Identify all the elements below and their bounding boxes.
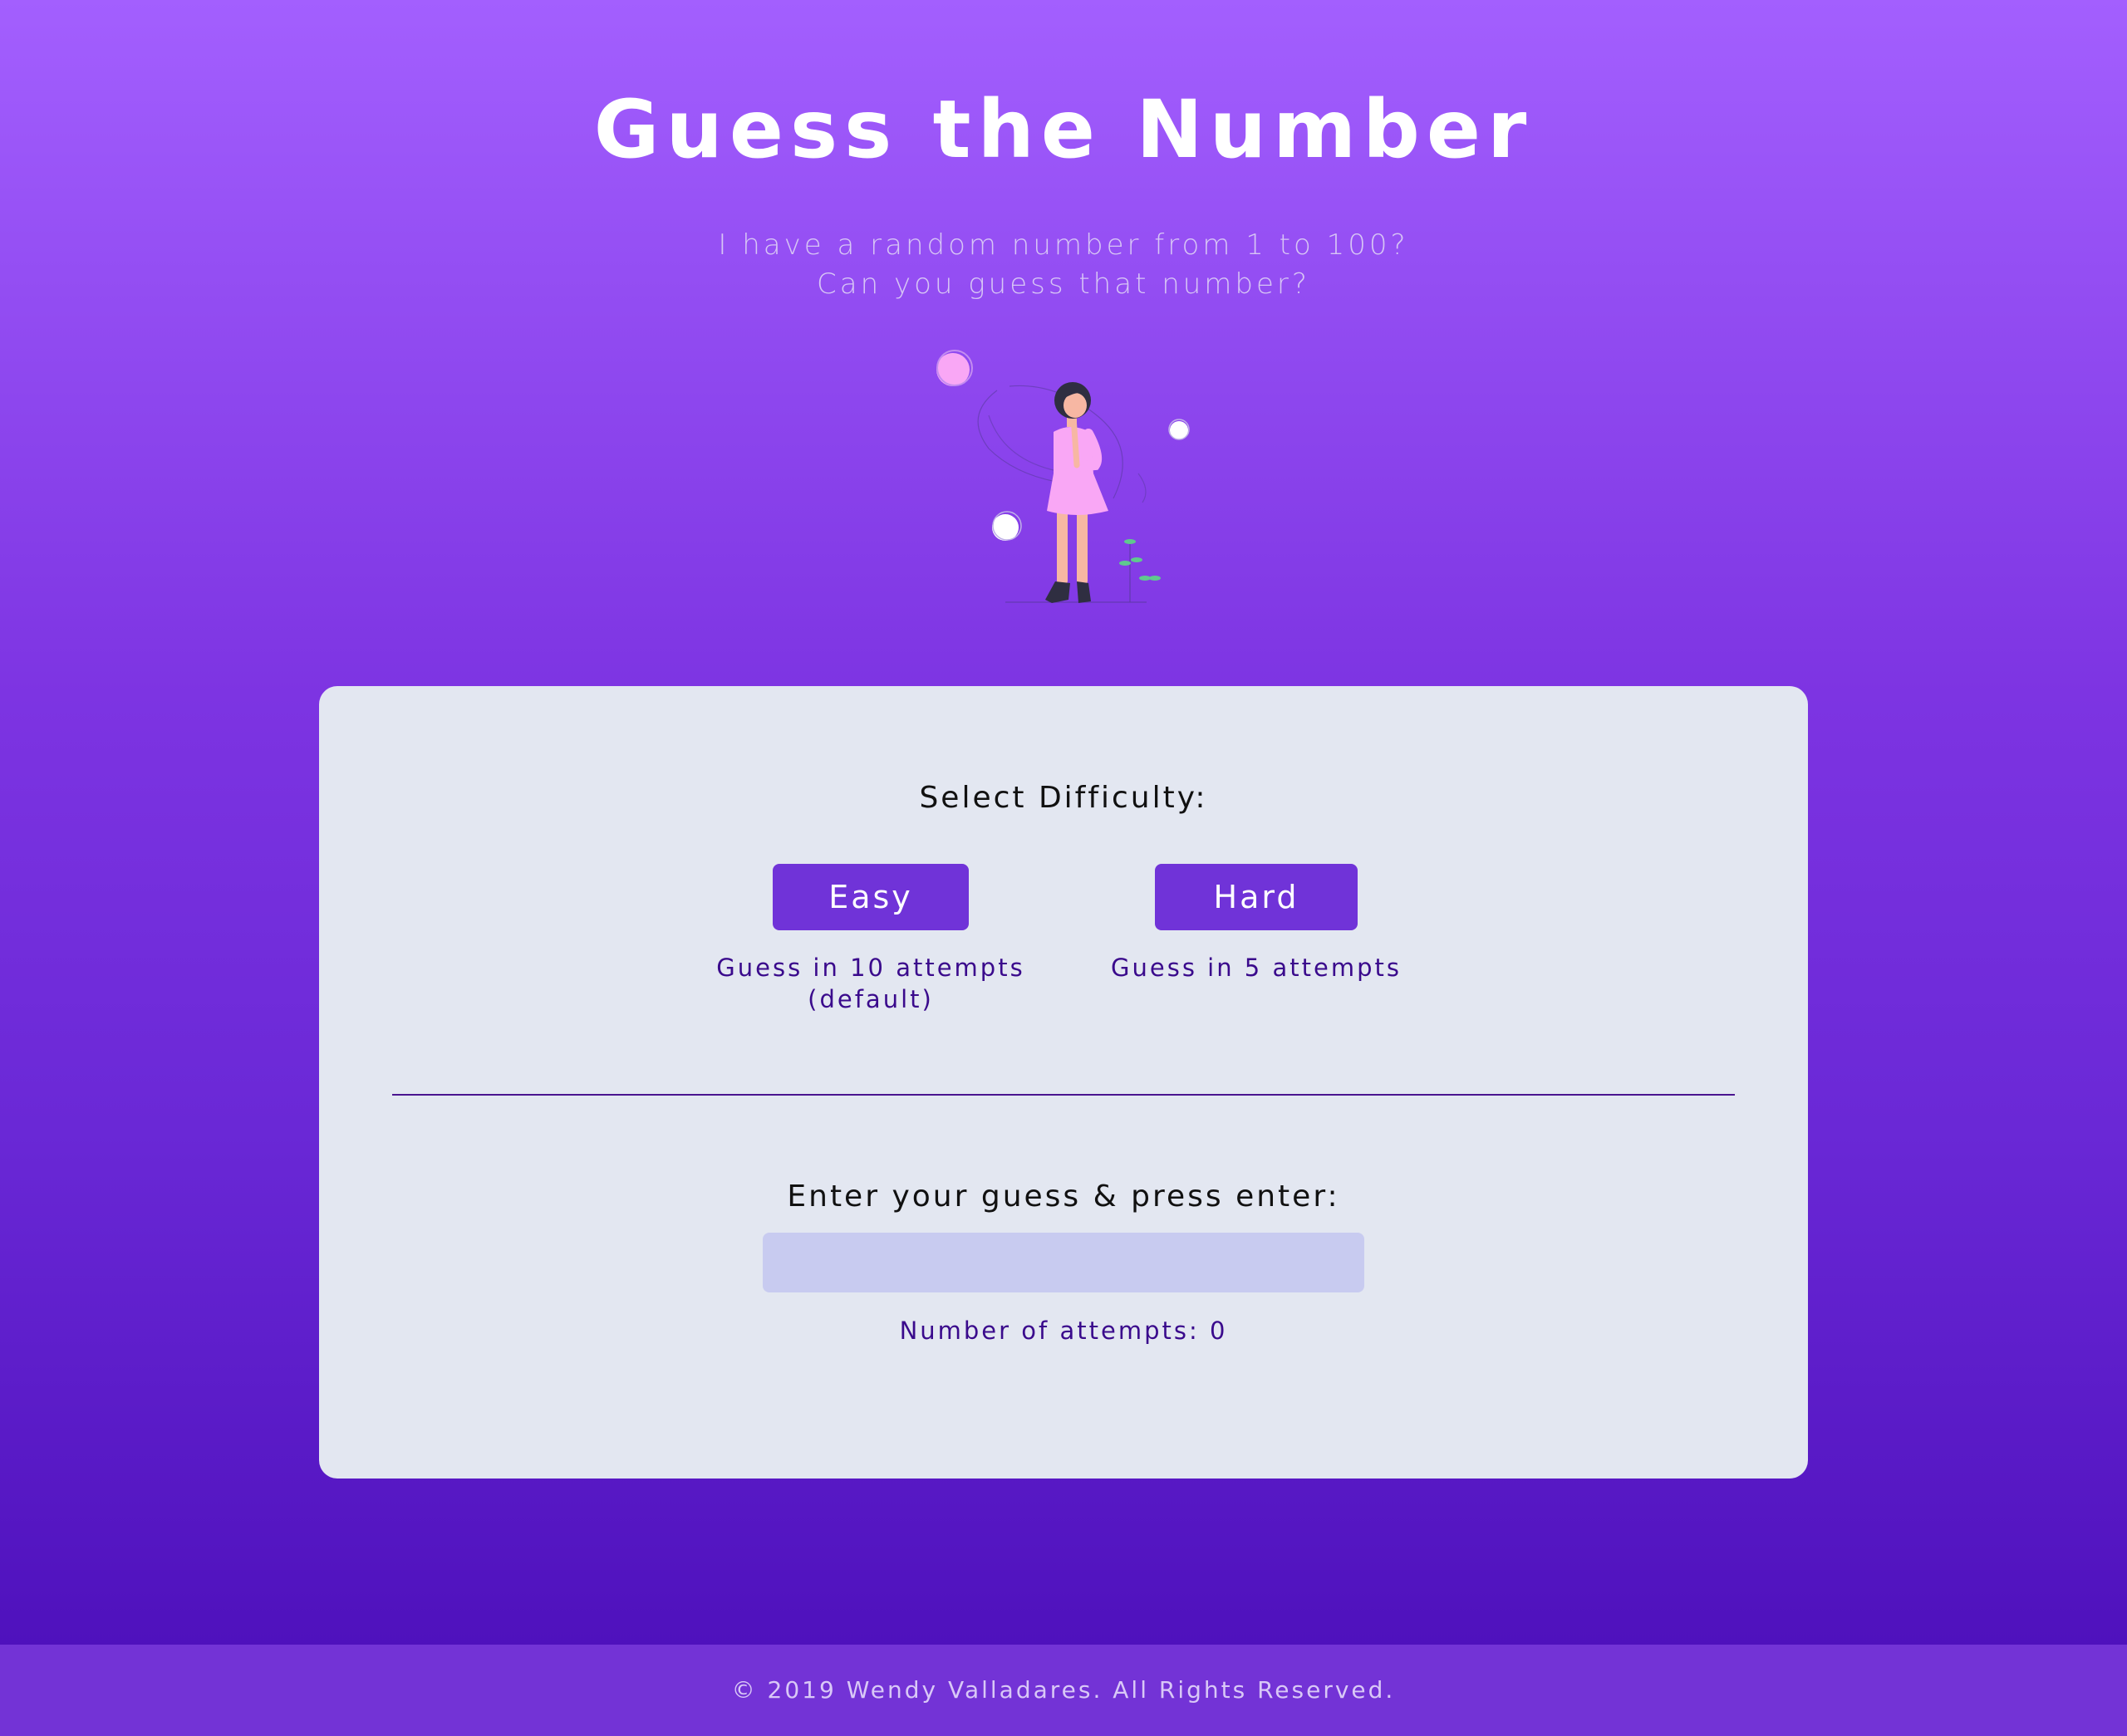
hard-button[interactable]: Hard [1155,864,1358,930]
game-card: Select Difficulty: Easy Hard Guess in 10… [319,686,1808,1479]
hard-description: Guess in 5 attempts [1111,954,1402,982]
easy-description-line-1: Guess in 10 attempts [716,954,1025,982]
guess-input[interactable] [763,1233,1364,1292]
guess-label: Enter your guess & press enter: [787,1179,1340,1214]
subtitle-line-2: Can you guess that number? [817,267,1310,301]
divider [392,1094,1735,1096]
easy-button[interactable]: Easy [773,864,969,930]
footer: © 2019 Wendy Valladares. All Rights Rese… [0,1645,2127,1736]
attempts-counter: Number of attempts: 0 [899,1317,1228,1345]
easy-description: Guess in 10 attempts (default) [705,952,1037,1015]
woman-thinking-illustration [936,350,1190,603]
difficulty-label: Select Difficulty: [919,781,1208,815]
subtitle-line-1: I have a random number from 1 to 100? [718,228,1409,262]
page-title: Guess the Number [593,83,1534,176]
footer-copyright: © 2019 Wendy Valladares. All Rights Rese… [731,1676,1396,1704]
bubble-white-left [992,514,1019,541]
page-subtitle: I have a random number from 1 to 100? Ca… [0,226,2127,304]
easy-description-line-2: (default) [808,985,934,1013]
